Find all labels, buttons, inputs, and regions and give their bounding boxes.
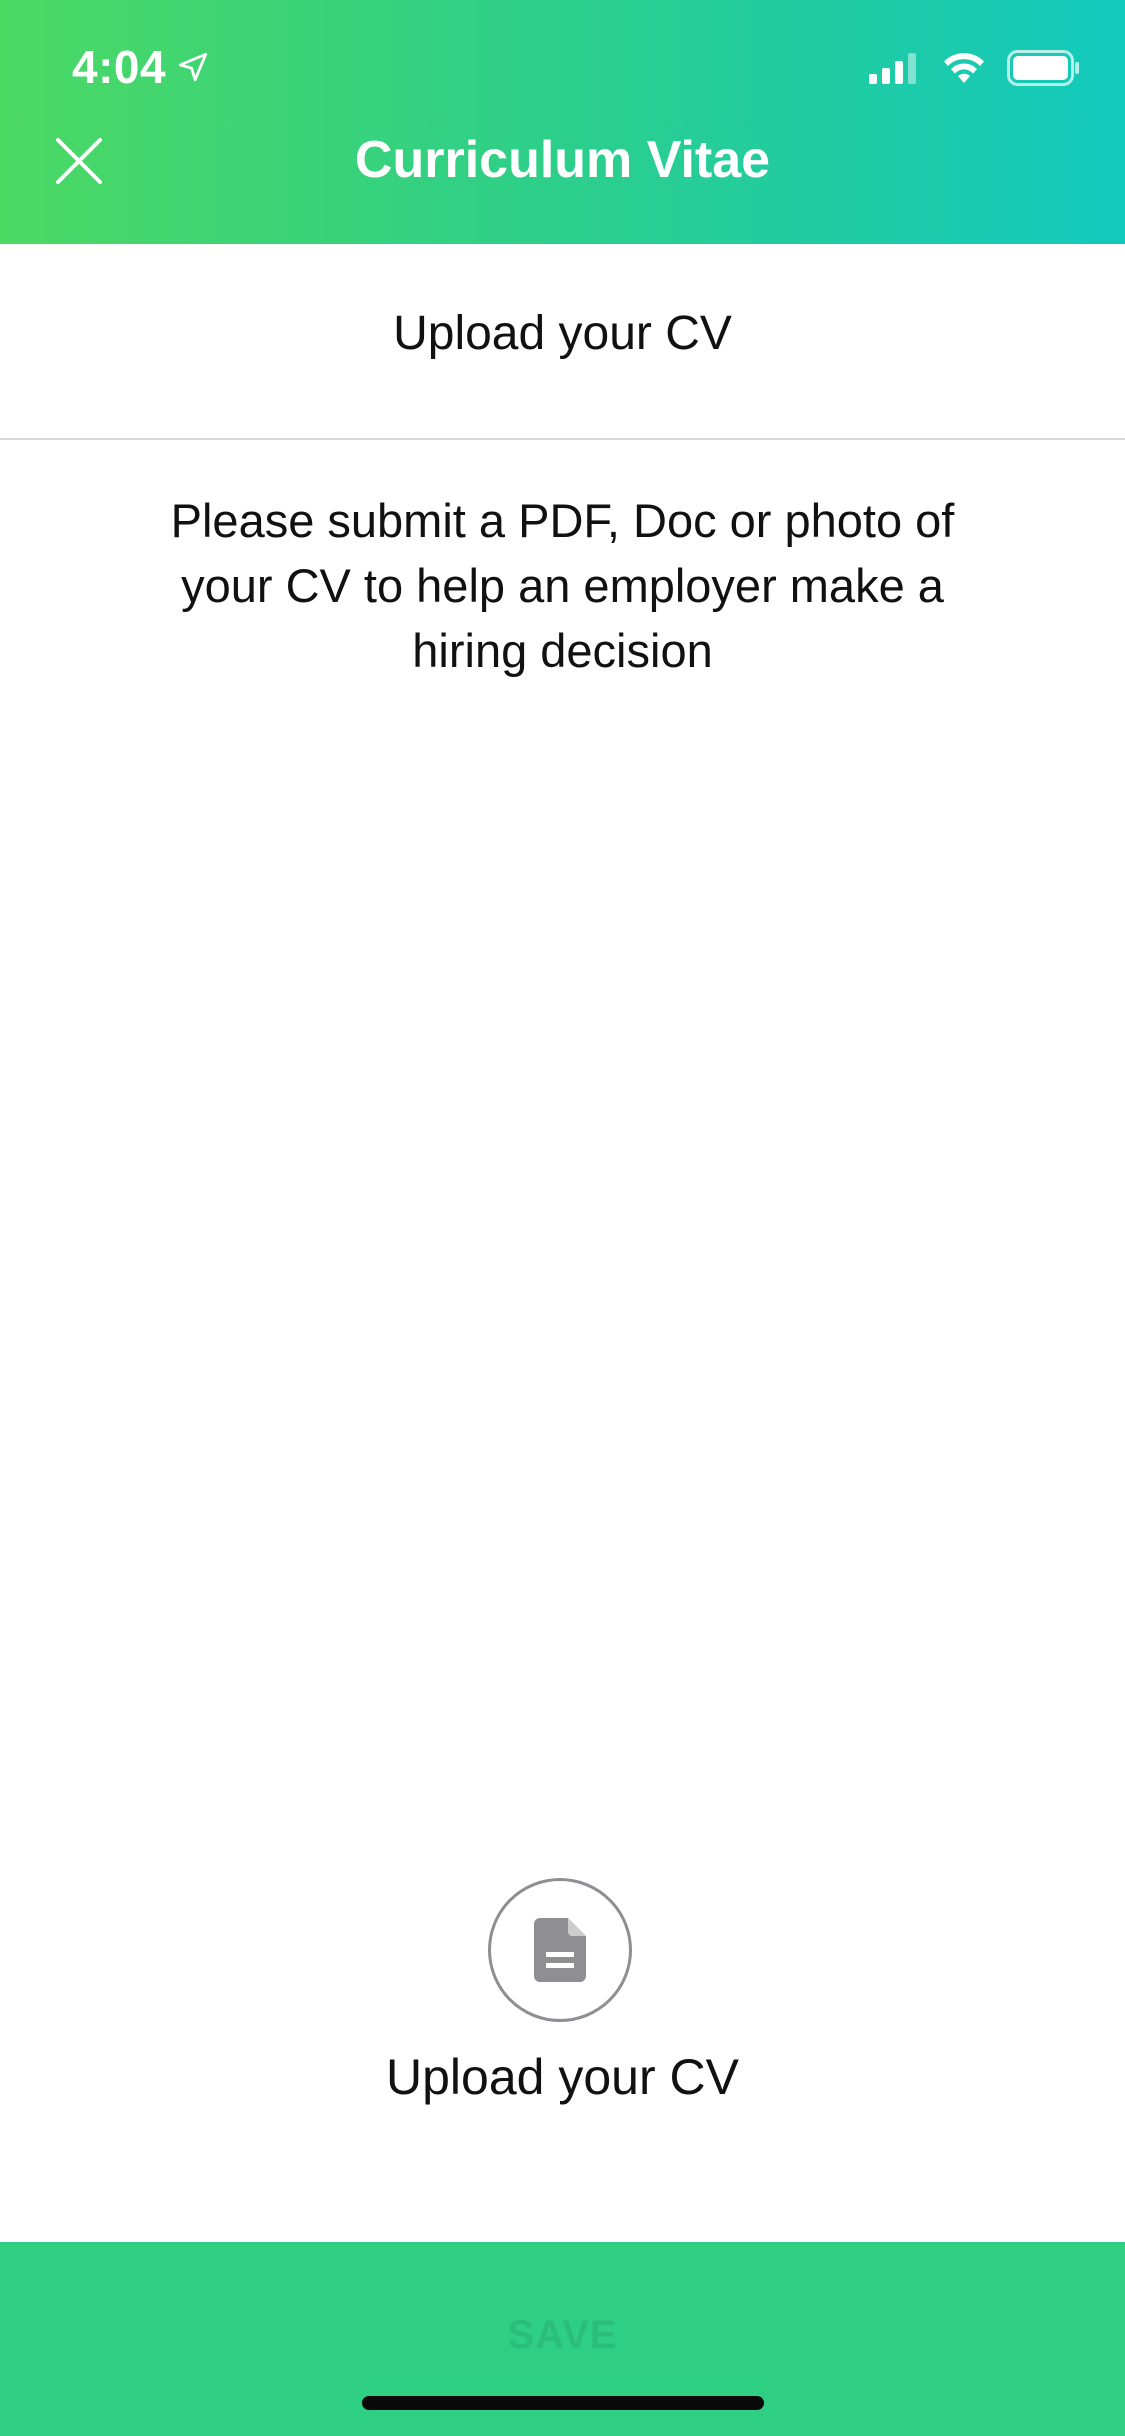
page-title: Curriculum Vitae [354, 131, 771, 189]
wifi-icon [944, 53, 984, 83]
section-title: Upload your CV [393, 307, 732, 360]
section-description: Please submit a PDF, Doc or photo of you… [170, 494, 955, 677]
signal-icon [869, 53, 916, 84]
upload-cv-button[interactable] [488, 1878, 632, 2022]
document-icon [534, 1918, 586, 1982]
divider [0, 438, 1125, 440]
home-indicator [362, 2396, 764, 2410]
upload-cv-label[interactable]: Upload your CV [0, 2048, 1125, 2106]
status-time: 4:04 [72, 40, 210, 94]
battery-icon [1007, 50, 1079, 86]
status-time-text: 4:04 [72, 41, 167, 93]
save-button-label: SAVE [507, 2313, 618, 2357]
header [0, 0, 1125, 244]
location-arrow-icon [178, 52, 208, 82]
status-icons [869, 50, 1081, 86]
